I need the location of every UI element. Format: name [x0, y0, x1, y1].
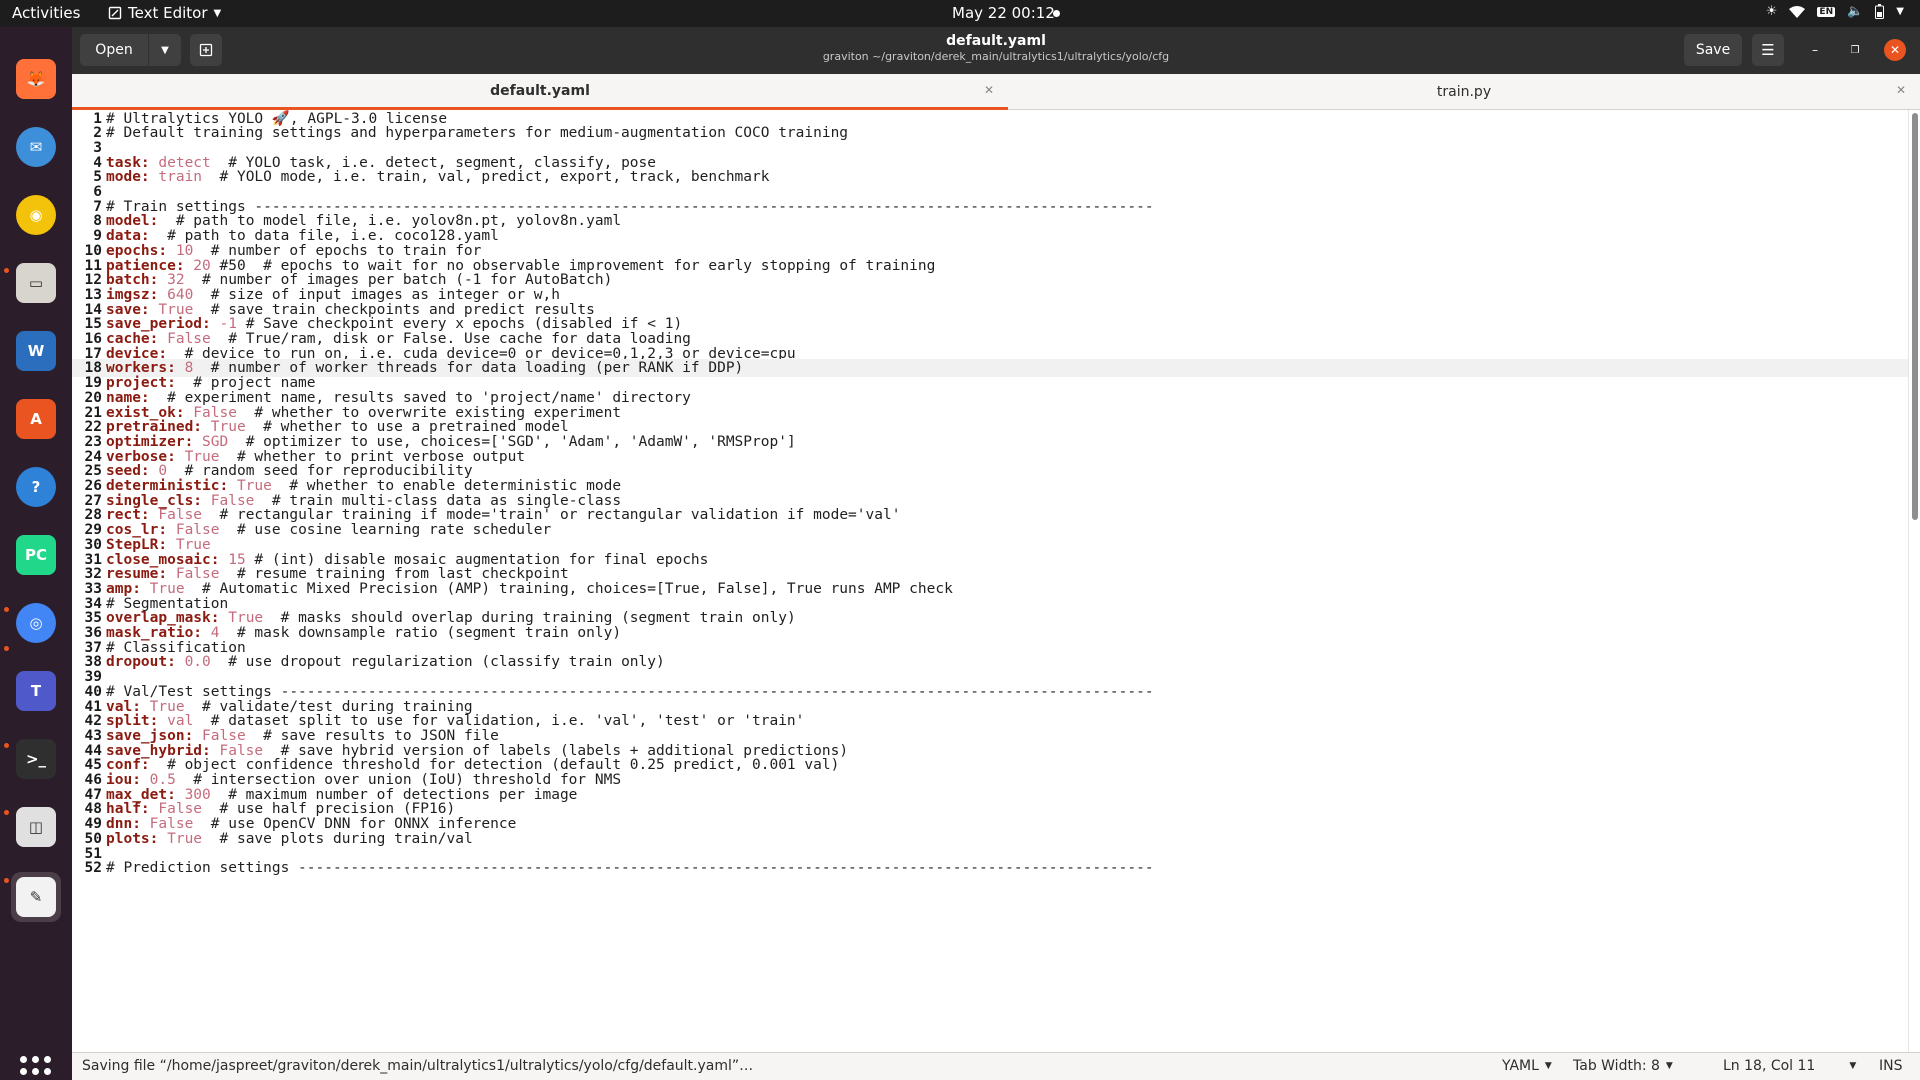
- dock-launcher[interactable]: T: [11, 666, 61, 716]
- chevron-down-icon: ▼: [213, 7, 222, 19]
- tab-width-label: Tab Width: 8: [1573, 1058, 1660, 1074]
- main-menu-button[interactable]: ☰: [1752, 34, 1784, 66]
- language-selector[interactable]: YAML ▼: [1502, 1058, 1552, 1074]
- dock-launcher[interactable]: A: [11, 394, 61, 444]
- new-tab-button[interactable]: [190, 34, 222, 66]
- show-applications-icon[interactable]: [20, 1056, 52, 1080]
- minimize-icon: –: [1812, 43, 1818, 57]
- wifi-icon: [1789, 5, 1806, 18]
- status-bar: Saving file “/home/jaspreet/graviton/der…: [72, 1052, 1920, 1080]
- restore-icon: ❐: [1850, 44, 1860, 56]
- terminal-icon: >_: [16, 739, 56, 779]
- chevron-down-icon: ▼: [161, 44, 169, 56]
- tab-label: train.py: [1436, 84, 1492, 100]
- text-editor-icon: ✎: [16, 877, 56, 917]
- dock-launcher[interactable]: W: [11, 326, 61, 376]
- firefox-icon: 🦊: [16, 59, 56, 99]
- yaml-comment: # Prediction settings ------------------…: [106, 860, 1154, 877]
- running-indicator: [4, 607, 9, 612]
- chrome-icon: ◎: [16, 603, 56, 643]
- dock-launcher[interactable]: ▭: [11, 258, 61, 308]
- close-window-button[interactable]: ✕: [1884, 39, 1906, 61]
- system-menu-chevron-icon: ▼: [1896, 6, 1904, 17]
- save-button-label: Save: [1695, 42, 1731, 58]
- language-indicator: EN: [1817, 6, 1836, 17]
- code-line[interactable]: 52 # Prediction settings ----------------…: [72, 859, 1908, 877]
- hamburger-menu-icon: ☰: [1761, 41, 1775, 59]
- dock-launcher[interactable]: PC: [11, 530, 61, 580]
- running-indicator: [4, 646, 9, 651]
- help-icon: ?: [16, 467, 56, 507]
- tab-width-selector[interactable]: Tab Width: 8 ▼: [1573, 1058, 1673, 1074]
- insert-mode-indicator[interactable]: INS: [1879, 1058, 1903, 1074]
- notification-dot-icon: [1053, 10, 1060, 17]
- libreoffice-writer-icon: W: [16, 331, 56, 371]
- activities-button[interactable]: Activities: [12, 4, 80, 22]
- files-icon: ▭: [16, 263, 56, 303]
- line-number: 52: [84, 860, 102, 877]
- brightness-icon: ☀: [1765, 4, 1778, 19]
- cursor-position-selector[interactable]: Ln 18, Col 11 ▼: [1723, 1058, 1856, 1074]
- clock[interactable]: May 22 00:12: [952, 4, 1055, 22]
- vertical-scrollbar[interactable]: [1908, 110, 1920, 1052]
- open-dropdown-button[interactable]: ▼: [149, 34, 181, 66]
- dock: 🦊 ✉ ◉ ▭ W A? PC ◎ T >_ ◫ ✎: [0, 27, 72, 1080]
- running-indicator: [4, 743, 9, 748]
- chevron-down-icon: ▼: [1544, 1061, 1552, 1071]
- teams-icon: T: [16, 671, 56, 711]
- close-tab-icon[interactable]: ✕: [984, 83, 994, 97]
- tab-default-yaml[interactable]: default.yaml ✕: [72, 74, 1008, 110]
- document-title: default.yaml: [946, 33, 1046, 49]
- app-menu-label: Text Editor: [128, 4, 208, 22]
- open-button-label: Open: [95, 42, 133, 58]
- insert-mode-label: INS: [1879, 1058, 1903, 1074]
- dock-launcher[interactable]: ◉: [11, 190, 61, 240]
- status-message: Saving file “/home/jaspreet/graviton/der…: [82, 1058, 754, 1074]
- tab-label: default.yaml: [490, 82, 590, 99]
- tab-bar: default.yaml ✕ train.py ✕: [72, 74, 1920, 110]
- dock-launcher[interactable]: ◫: [11, 802, 61, 852]
- pycharm-icon: PC: [16, 535, 56, 575]
- dock-launcher[interactable]: ?: [11, 462, 61, 512]
- restore-button[interactable]: ❐: [1844, 39, 1866, 61]
- volume-icon: 🔈: [1847, 4, 1864, 19]
- chevron-down-icon: ▼: [1849, 1061, 1857, 1071]
- dock-launcher[interactable]: ✉: [11, 122, 61, 172]
- text-editor-small-icon: [108, 6, 122, 20]
- open-button[interactable]: Open: [80, 34, 148, 66]
- app-menu[interactable]: Text Editor ▼: [108, 4, 221, 22]
- dock-launcher[interactable]: ✎: [11, 872, 61, 922]
- dock-launcher[interactable]: ◎: [11, 598, 61, 648]
- cursor-position-label: Ln 18, Col 11: [1723, 1058, 1816, 1074]
- top-bar: Activities Text Editor ▼ May 22 00:12 ☀ …: [0, 0, 1920, 27]
- battery-icon: [1875, 4, 1885, 19]
- document-viewer-icon: ◫: [16, 807, 56, 847]
- close-icon: ✕: [1889, 43, 1901, 57]
- system-tray[interactable]: ☀ EN 🔈 ▼: [1766, 4, 1904, 19]
- thunderbird-icon: ✉: [16, 127, 56, 167]
- header-bar: Open ▼ default.yaml graviton ~/graviton/…: [72, 27, 1920, 74]
- running-indicator: [4, 810, 9, 815]
- running-indicator: [4, 878, 9, 883]
- window-title: default.yaml graviton ~/graviton/derek_m…: [72, 33, 1920, 63]
- rhythmbox-icon: ◉: [16, 195, 56, 235]
- scrollbar-thumb[interactable]: [1912, 113, 1918, 520]
- save-button[interactable]: Save: [1684, 34, 1742, 66]
- dock-launcher[interactable]: >_: [11, 734, 61, 784]
- dock-launcher[interactable]: 🦊: [11, 54, 61, 104]
- document-path: graviton ~/graviton/derek_main/ultralyti…: [822, 50, 1170, 63]
- chevron-down-icon: ▼: [1665, 1061, 1673, 1071]
- close-tab-icon[interactable]: ✕: [1896, 83, 1906, 97]
- new-document-icon: [199, 43, 213, 57]
- minimize-button[interactable]: –: [1804, 39, 1826, 61]
- tab-train-py[interactable]: train.py ✕: [1008, 74, 1920, 110]
- language-label: YAML: [1502, 1058, 1539, 1074]
- app-center-icon: A: [16, 399, 56, 439]
- running-indicator: [4, 268, 9, 273]
- text-editor-area[interactable]: 1 # Ultralytics YOLO 🚀, AGPL-3.0 license 2…: [72, 110, 1908, 1052]
- line-content: # Prediction settings ------------------…: [106, 859, 1154, 877]
